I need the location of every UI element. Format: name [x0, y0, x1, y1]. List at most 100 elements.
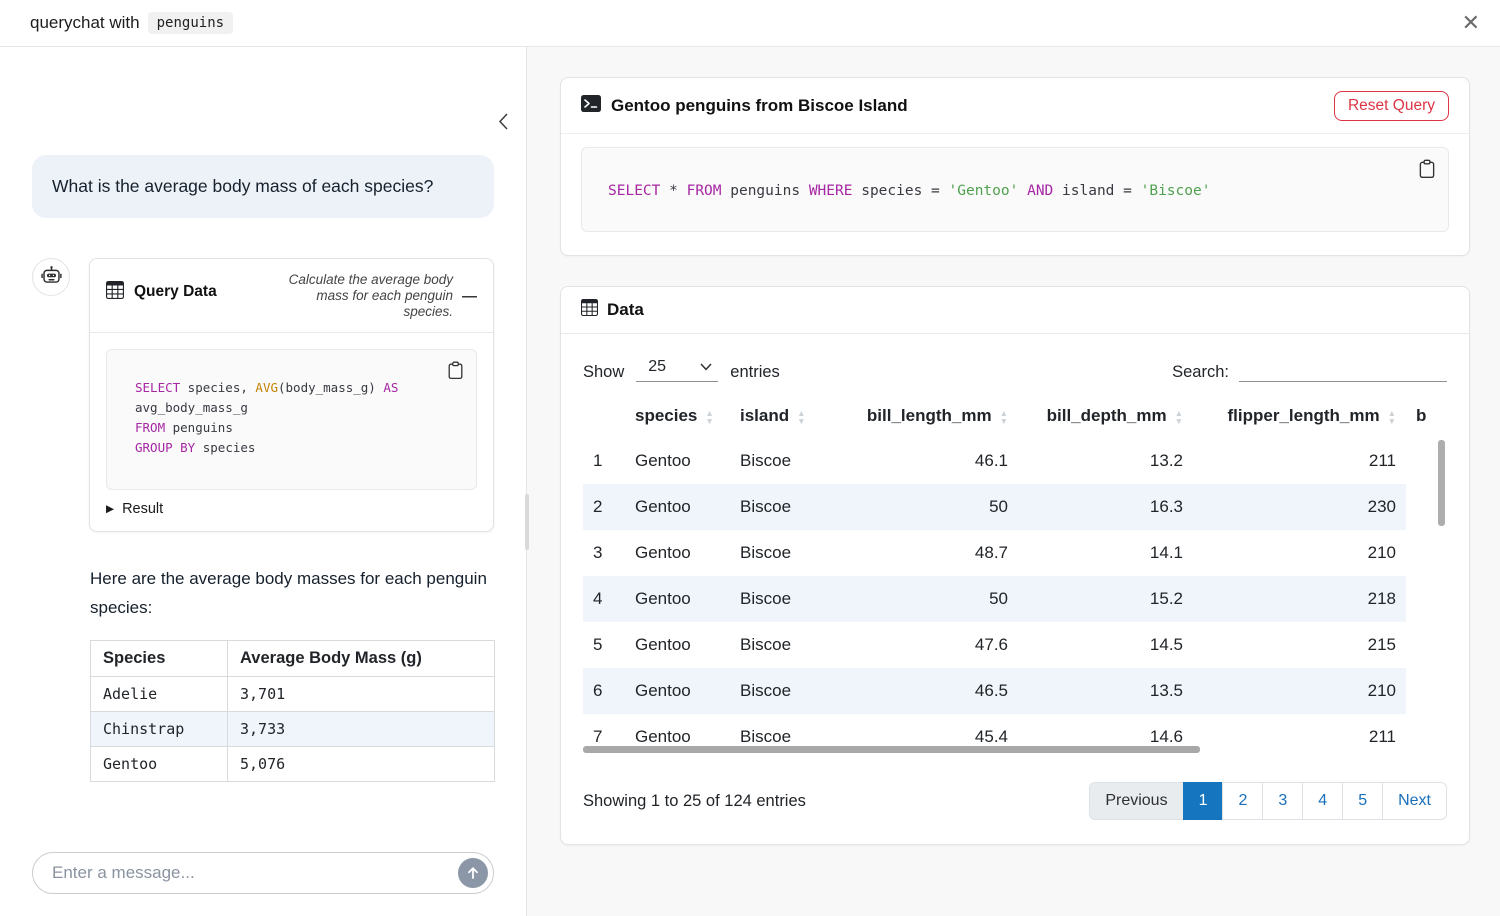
table-cell: Biscoe	[730, 484, 835, 530]
table-cell: Gentoo	[625, 668, 730, 714]
table-cell: Gentoo	[625, 576, 730, 622]
main-pane: Gentoo penguins from Biscoe Island Reset…	[527, 47, 1500, 916]
data-table-card: Data Show 25 entries Search:	[560, 286, 1470, 845]
chat-message-list: What is the average body mass of each sp…	[0, 47, 526, 838]
copy-icon[interactable]	[445, 359, 466, 385]
column-header-island[interactable]: island▲▼	[730, 396, 835, 438]
column-header-bill_length_mm[interactable]: bill_length_mm▲▼	[835, 396, 1018, 438]
reset-query-button[interactable]: Reset Query	[1334, 91, 1449, 121]
result-details-toggle[interactable]: ▶ Result	[106, 501, 477, 517]
column-header-flipper_length_mm[interactable]: flipper_length_mm▲▼	[1193, 396, 1406, 438]
show-label: Show	[583, 363, 624, 382]
penguins-data-table: species▲▼island▲▼bill_length_mm▲▼bill_de…	[583, 396, 1446, 756]
species-summary-table: SpeciesAverage Body Mass (g) Adelie3,701…	[90, 640, 495, 782]
copy-icon[interactable]	[1416, 157, 1438, 184]
table-cell: Biscoe	[730, 530, 835, 576]
page-length-select[interactable]: 25	[636, 358, 718, 382]
table-row: 6GentooBiscoe46.513.5210	[583, 668, 1446, 714]
page-button-previous[interactable]: Previous	[1089, 782, 1183, 820]
table-cell: 215	[1193, 622, 1406, 668]
table-cell: 14.5	[1018, 622, 1193, 668]
assistant-intro-text: Here are the average body masses for eac…	[90, 565, 500, 623]
table-cell: 211	[1193, 438, 1406, 484]
table-cell: 218	[1193, 576, 1406, 622]
table-cell: Biscoe	[730, 668, 835, 714]
message-input[interactable]	[32, 852, 494, 894]
horizontal-scrollbar[interactable]	[583, 746, 1200, 753]
caret-right-icon: ▶	[106, 503, 114, 515]
table-row: Gentoo5,076	[91, 747, 495, 782]
collapse-sidebar-icon[interactable]	[495, 110, 512, 136]
table-cell: 16.3	[1018, 484, 1193, 530]
data-table-scroll-area: species▲▼island▲▼bill_length_mm▲▼bill_de…	[583, 396, 1447, 756]
table-cell: 48.7	[835, 530, 1018, 576]
page-length-control: Show 25 entries	[583, 358, 780, 382]
table-row: 5GentooBiscoe47.614.5215	[583, 622, 1446, 668]
page-button-4[interactable]: 4	[1302, 782, 1343, 820]
page-button-5[interactable]: 5	[1342, 782, 1383, 820]
page-length-value: 25	[648, 358, 666, 376]
user-message-bubble: What is the average body mass of each sp…	[32, 155, 494, 218]
table-grid-icon	[106, 281, 124, 304]
search-control: Search:	[1172, 356, 1447, 382]
chat-composer	[0, 838, 526, 916]
table-cell: Gentoo	[625, 484, 730, 530]
terminal-icon	[581, 95, 601, 117]
sort-icon: ▲▼	[705, 409, 713, 425]
entries-info: Showing 1 to 25 of 124 entries	[583, 792, 806, 811]
sort-icon: ▲▼	[797, 409, 805, 425]
data-card-title: Data	[607, 300, 644, 320]
page-button-next[interactable]: Next	[1382, 782, 1447, 820]
assistant-message: Query Data Calculate the average body ma…	[32, 258, 494, 532]
panel-resize-handle[interactable]	[525, 494, 529, 550]
sql-code-main: SELECT * FROM penguins WHERE species = '…	[608, 181, 1422, 201]
page-button-3[interactable]: 3	[1262, 782, 1303, 820]
column-header-b: b	[1406, 396, 1446, 438]
sort-icon: ▲▼	[1175, 409, 1183, 425]
table-cell: 210	[1193, 530, 1406, 576]
vertical-scrollbar[interactable]	[1438, 440, 1445, 526]
table-cell: 14.1	[1018, 530, 1193, 576]
tool-card-header: Query Data Calculate the average body ma…	[90, 259, 493, 333]
column-header-bill_depth_mm[interactable]: bill_depth_mm▲▼	[1018, 396, 1193, 438]
table-cell: 47.6	[835, 622, 1018, 668]
table-row: 4GentooBiscoe5015.2218	[583, 576, 1446, 622]
result-label: Result	[122, 501, 163, 517]
column-header: Species	[91, 641, 228, 677]
column-header-species[interactable]: species▲▼	[625, 396, 730, 438]
table-cell: Gentoo	[625, 530, 730, 576]
table-cell: 1	[583, 438, 625, 484]
search-input[interactable]	[1239, 356, 1447, 382]
page-button-1[interactable]: 1	[1183, 782, 1224, 820]
send-button[interactable]	[458, 858, 488, 888]
table-controls: Show 25 entries Search:	[561, 334, 1469, 382]
table-row: 1GentooBiscoe46.113.2211	[583, 438, 1446, 484]
table-cell: 210	[1193, 668, 1406, 714]
table-cell: Biscoe	[730, 576, 835, 622]
table-cell: Biscoe	[730, 622, 835, 668]
table-cell: 6	[583, 668, 625, 714]
tool-call-card: Query Data Calculate the average body ma…	[89, 258, 494, 532]
data-card-header: Data	[561, 287, 1469, 334]
chevron-down-icon	[700, 363, 712, 371]
table-cell: 13.5	[1018, 668, 1193, 714]
sql-code-block: SELECT species, AVG(body_mass_g) AS avg_…	[106, 349, 477, 490]
table-footer: Showing 1 to 25 of 124 entries Previous1…	[561, 756, 1469, 844]
table-cell: Biscoe	[730, 438, 835, 484]
close-icon[interactable]: ✕	[1462, 12, 1480, 34]
table-cell: Adelie	[91, 677, 228, 712]
table-row: Chinstrap3,733	[91, 712, 495, 747]
query-card-header: Gentoo penguins from Biscoe Island Reset…	[561, 78, 1469, 134]
table-cell: Gentoo	[625, 622, 730, 668]
table-cell: 3	[583, 530, 625, 576]
collapse-tool-icon[interactable]: —	[462, 272, 477, 305]
entries-label: entries	[730, 363, 780, 382]
dataset-chip: penguins	[148, 12, 233, 34]
table-cell: 211	[1193, 714, 1406, 756]
table-cell: Gentoo	[625, 438, 730, 484]
table-row: Adelie3,701	[91, 677, 495, 712]
table-cell: 3,701	[228, 677, 495, 712]
robot-avatar-icon	[32, 258, 70, 296]
sort-icon: ▲▼	[1388, 409, 1396, 425]
page-button-2[interactable]: 2	[1222, 782, 1263, 820]
